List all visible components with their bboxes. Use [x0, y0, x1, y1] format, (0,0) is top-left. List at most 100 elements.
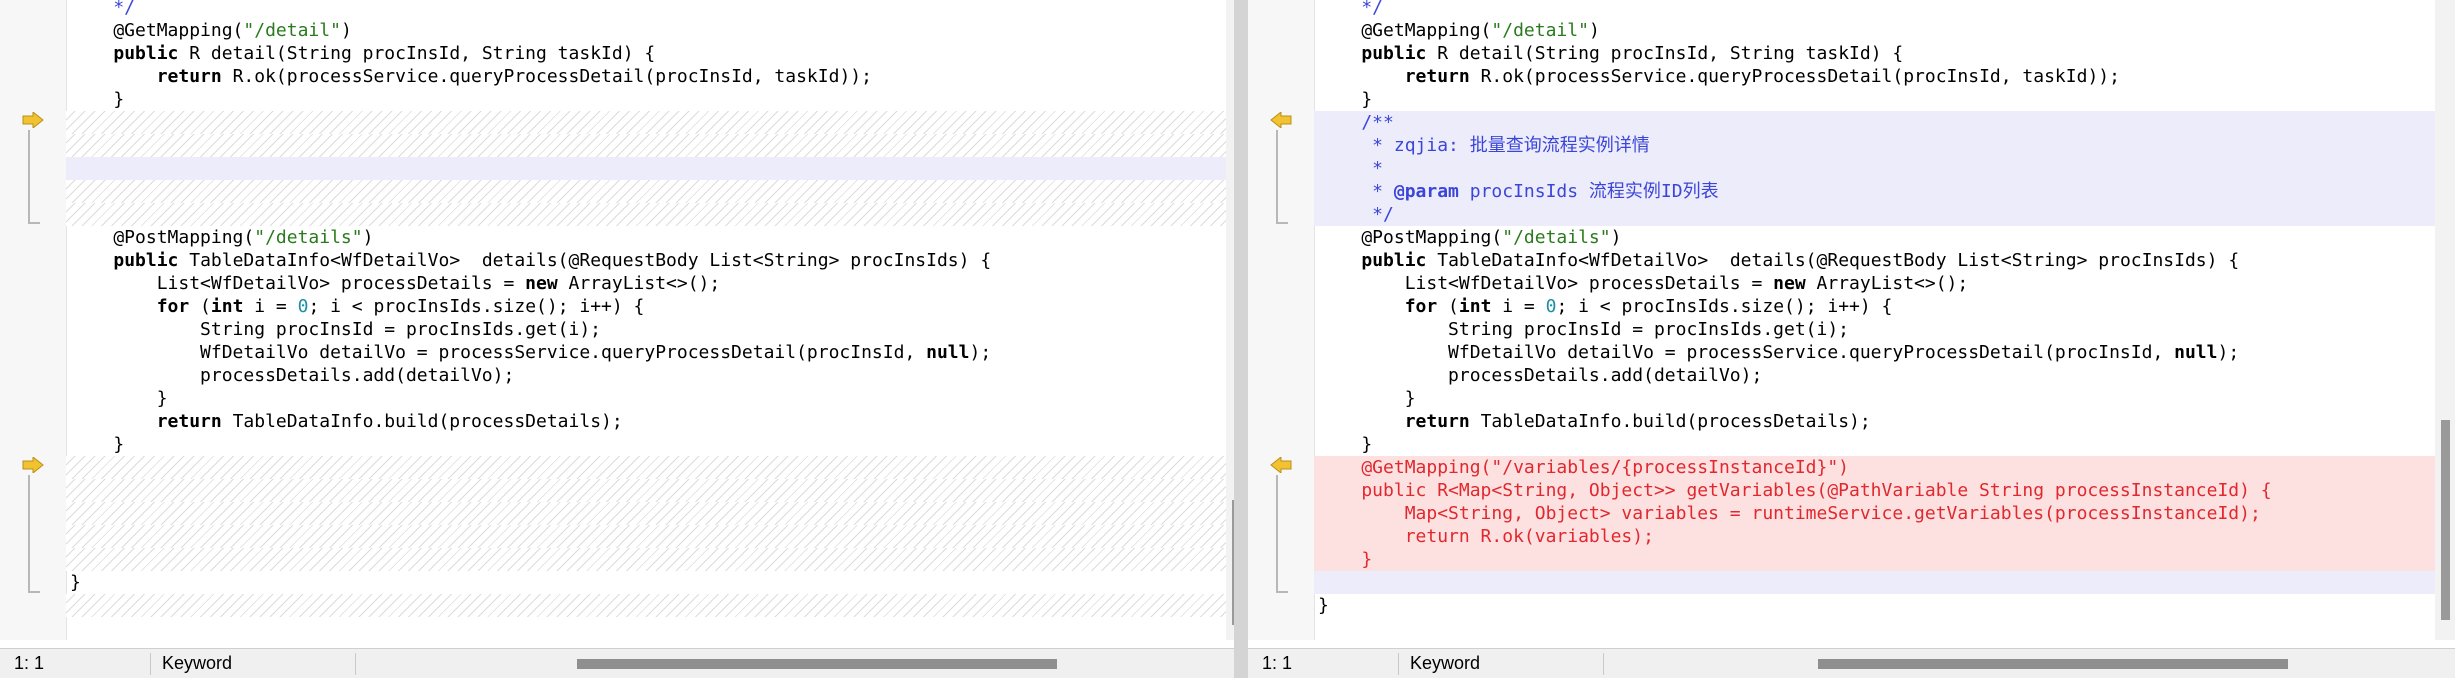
code-line[interactable]: return TableDataInfo.build(processDetail… — [66, 410, 1226, 433]
code-line[interactable]: @GetMapping("/detail") — [1314, 19, 2435, 42]
code-token: i = — [1491, 296, 1546, 317]
change-bracket — [28, 475, 40, 593]
code-line[interactable]: public R detail(String procInsId, String… — [1314, 42, 2435, 65]
code-line[interactable]: @PostMapping("/details") — [66, 226, 1226, 249]
code-line[interactable]: Map<String, Object> variables = runtimeS… — [1314, 502, 2435, 525]
code-token: 0 — [1545, 296, 1557, 317]
code-text: } — [1318, 89, 1373, 110]
code-token: null — [2174, 342, 2218, 363]
code-line[interactable] — [1314, 571, 2435, 594]
code-line[interactable]: for (int i = 0; i < procInsIds.size(); i… — [1314, 295, 2435, 318]
right-horizontal-scroll-thumb[interactable] — [1818, 659, 2288, 669]
code-line[interactable]: } — [1314, 548, 2435, 571]
code-line[interactable]: WfDetailVo detailVo = processService.que… — [66, 341, 1226, 364]
code-line[interactable]: */ — [1314, 203, 2435, 226]
right-code-area[interactable]: */ @GetMapping("/detail") public R detai… — [1314, 0, 2435, 640]
code-line[interactable]: public TableDataInfo<WfDetailVo> details… — [66, 249, 1226, 272]
right-vertical-scrollbar[interactable] — [2435, 0, 2455, 640]
code-line[interactable]: } — [1314, 387, 2435, 410]
code-text: } — [1318, 595, 1329, 616]
code-text: */ — [70, 0, 136, 18]
code-line[interactable]: } — [1314, 433, 2435, 456]
code-line[interactable]: } — [1314, 88, 2435, 111]
code-text: } — [70, 572, 81, 593]
code-line[interactable] — [66, 157, 1226, 180]
code-line[interactable] — [66, 134, 1226, 157]
code-line[interactable] — [66, 479, 1226, 502]
code-line[interactable]: return R.ok(variables); — [1314, 525, 2435, 548]
arrow-right-icon[interactable] — [22, 112, 44, 128]
code-line[interactable]: */ — [1314, 0, 2435, 19]
code-line[interactable]: } — [66, 433, 1226, 456]
arrow-left-icon[interactable] — [1270, 112, 1292, 128]
code-line[interactable] — [66, 111, 1226, 134]
code-token: List<WfDetailVo> processDetails = — [1318, 273, 1774, 294]
code-line[interactable]: String procInsId = procInsIds.get(i); — [1314, 318, 2435, 341]
code-token: TableDataInfo<WfDetailVo> details(@Reque… — [178, 250, 992, 271]
arrow-left-icon[interactable] — [1270, 457, 1292, 473]
code-token: ) — [362, 227, 374, 248]
code-line[interactable] — [66, 548, 1226, 571]
code-line[interactable]: @PostMapping("/details") — [1314, 226, 2435, 249]
code-line[interactable]: processDetails.add(detailVo); — [66, 364, 1226, 387]
code-text: String procInsId = procInsIds.get(i); — [1318, 319, 1850, 340]
pane-divider[interactable] — [1234, 0, 1248, 678]
left-status-bar: 1: 1 Keyword — [0, 648, 1246, 678]
code-line[interactable]: return R.ok(processService.queryProcessD… — [1314, 65, 2435, 88]
code-line[interactable] — [66, 525, 1226, 548]
code-line[interactable]: * zqjia: 批量查询流程实例详情 — [1314, 134, 2435, 157]
code-line[interactable]: String procInsId = procInsIds.get(i); — [66, 318, 1226, 341]
code-line[interactable]: } — [1314, 594, 2435, 617]
code-token: TableDataInfo<WfDetailVo> details(@Reque… — [1426, 250, 2240, 271]
code-line[interactable]: return TableDataInfo.build(processDetail… — [1314, 410, 2435, 433]
code-line[interactable]: public R detail(String procInsId, String… — [66, 42, 1226, 65]
code-line[interactable] — [66, 594, 1226, 617]
code-token: "/details" — [254, 227, 363, 248]
left-code-area[interactable]: */ @GetMapping("/detail") public R detai… — [66, 0, 1226, 640]
code-text: String procInsId = procInsIds.get(i); — [70, 319, 602, 340]
code-token: @PostMapping( — [1318, 227, 1503, 248]
code-text: */ — [1318, 0, 1384, 18]
code-line[interactable]: public TableDataInfo<WfDetailVo> details… — [1314, 249, 2435, 272]
code-text: } — [70, 89, 125, 110]
code-line[interactable]: * — [1314, 157, 2435, 180]
code-line[interactable] — [66, 502, 1226, 525]
code-line[interactable]: } — [66, 387, 1226, 410]
code-line[interactable]: @GetMapping("/variables/{processInstance… — [1314, 456, 2435, 479]
right-horizontal-scrollbar[interactable] — [1808, 659, 2298, 669]
left-horizontal-scroll-thumb[interactable] — [577, 659, 1057, 669]
right-vertical-scroll-thumb[interactable] — [2441, 420, 2450, 620]
code-line[interactable]: /** — [1314, 111, 2435, 134]
right-status-bar: 1: 1 Keyword — [1248, 648, 2455, 678]
code-line[interactable]: WfDetailVo detailVo = processService.que… — [1314, 341, 2435, 364]
code-token: i = — [243, 296, 298, 317]
code-line[interactable]: return R.ok(processService.queryProcessD… — [66, 65, 1226, 88]
code-text: @GetMapping("/variables/{processInstance… — [1318, 457, 1850, 478]
code-line[interactable]: for (int i = 0; i < procInsIds.size(); i… — [66, 295, 1226, 318]
code-line[interactable]: List<WfDetailVo> processDetails = new Ar… — [1314, 272, 2435, 295]
code-token: int — [1458, 296, 1492, 317]
code-line[interactable]: @GetMapping("/detail") — [66, 19, 1226, 42]
left-horizontal-scrollbar[interactable] — [565, 659, 1065, 669]
right-diff-pane[interactable]: */ @GetMapping("/detail") public R detai… — [1248, 0, 2455, 678]
code-line[interactable]: * @param procInsIds 流程实例ID列表 — [1314, 180, 2435, 203]
code-line[interactable]: List<WfDetailVo> processDetails = new Ar… — [66, 272, 1226, 295]
code-token: return — [1404, 411, 1470, 432]
cursor-position: 1: 1 — [1262, 653, 1293, 673]
code-line[interactable]: } — [66, 571, 1226, 594]
code-line[interactable]: } — [66, 88, 1226, 111]
code-line[interactable] — [66, 180, 1226, 203]
arrow-right-icon[interactable] — [22, 457, 44, 473]
code-line[interactable] — [66, 203, 1226, 226]
code-text: /** — [1318, 112, 1394, 133]
code-line[interactable] — [66, 456, 1226, 479]
code-line[interactable]: processDetails.add(detailVo); — [1314, 364, 2435, 387]
left-diff-pane[interactable]: */ @GetMapping("/detail") public R detai… — [0, 0, 1246, 678]
code-line[interactable]: public R<Map<String, Object>> getVariabl… — [1314, 479, 2435, 502]
highlight-mode: Keyword — [1410, 653, 1481, 673]
code-token: public — [113, 43, 179, 64]
code-line[interactable]: */ — [66, 0, 1226, 19]
